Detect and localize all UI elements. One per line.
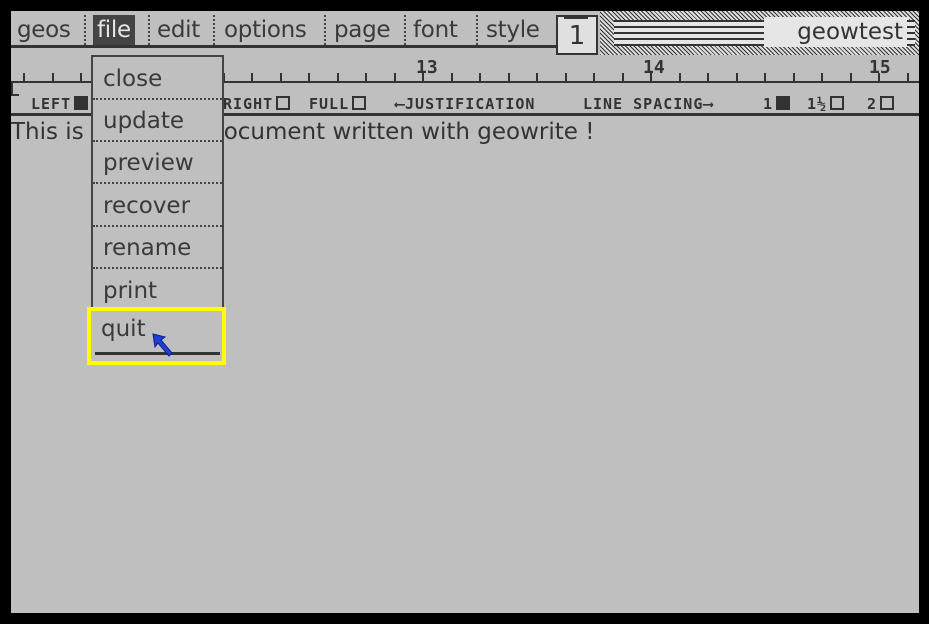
menu-separator: [476, 15, 478, 45]
justification-label: JUSTIFICATION: [405, 95, 536, 113]
justify-right-checkbox[interactable]: [276, 96, 291, 110]
ruler-tick: [622, 73, 624, 82]
menu-edit[interactable]: edit: [157, 15, 200, 45]
menu-font[interactable]: font: [413, 15, 458, 45]
document-text-left: This is: [11, 119, 84, 145]
ruler-tick: [821, 73, 823, 82]
spacing-1half-option[interactable]: 1½: [807, 95, 845, 113]
menu-separator: [404, 15, 406, 45]
ruler-tick: [907, 73, 909, 82]
justification-caption: ⟵JUSTIFICATION: [395, 95, 535, 113]
menu-geos[interactable]: geos: [17, 15, 71, 45]
left-margin-marker-icon[interactable]: [11, 83, 21, 97]
menu-page[interactable]: page: [334, 15, 391, 45]
document-text-right: ocument written with geowrite !: [223, 119, 595, 145]
file-menu-print[interactable]: print: [103, 273, 157, 309]
menu-separator: [324, 15, 326, 45]
spacing-1-checkbox[interactable]: [776, 96, 791, 110]
menu-bar: geos file edit options page font style 1…: [11, 11, 919, 55]
menu-divider: [93, 140, 222, 142]
menu-separator: [148, 15, 150, 45]
ruler-tick: [793, 73, 795, 82]
ruler-tick: [479, 73, 481, 82]
file-menu-recover[interactable]: recover: [103, 188, 190, 224]
page-number: 1: [568, 21, 586, 51]
ruler-tick: [23, 73, 25, 82]
geos-screen: geos file edit options page font style 1…: [11, 11, 919, 613]
ruler-tick: [394, 73, 396, 82]
file-menu-rename[interactable]: rename: [103, 230, 191, 266]
spacing-2-option[interactable]: 2: [867, 95, 895, 113]
ruler-tick: [850, 73, 852, 82]
line-spacing-label: LINE SPACING: [583, 95, 704, 113]
menu-divider: [93, 182, 222, 184]
left-arrow-icon: ⟵: [395, 95, 406, 113]
ruler-tick: [679, 73, 681, 82]
title-close-box[interactable]: [907, 20, 915, 46]
menu-divider: [93, 98, 222, 100]
ruler-tick: [764, 73, 766, 82]
menu-style[interactable]: style: [486, 15, 540, 45]
menu-bar-underline: [11, 45, 559, 48]
line-spacing-caption: LINE SPACING⟶: [583, 95, 713, 113]
menu-separator: [213, 15, 215, 45]
ruler-number: 13: [416, 57, 438, 78]
justify-full-option[interactable]: FULL: [309, 95, 367, 113]
ruler-tick: [308, 73, 310, 82]
page-indicator[interactable]: 1: [556, 15, 598, 55]
ruler-tick: [593, 73, 595, 82]
ruler-tick: [565, 73, 567, 82]
ruler-tick: [736, 73, 738, 82]
window-title-bar[interactable]: geowtest: [600, 11, 919, 55]
justify-left-option[interactable]: LEFT: [31, 95, 89, 113]
spacing-1half-checkbox[interactable]: [830, 96, 845, 110]
ruler-tick: [80, 73, 82, 82]
ruler-tick: [451, 73, 453, 82]
justify-right-option[interactable]: RIGHT: [223, 95, 291, 113]
menu-separator: [84, 15, 86, 45]
ruler-tick: [337, 73, 339, 82]
ruler-tick: [508, 73, 510, 82]
ruler-tick: [251, 73, 253, 82]
spacing-1half-label: 1½: [807, 95, 828, 113]
arrow-pointer-icon: [152, 333, 173, 357]
ruler-tick: [52, 73, 54, 82]
file-menu-close[interactable]: close: [103, 61, 162, 97]
ruler-number: 14: [643, 57, 665, 78]
spacing-1-option[interactable]: 1: [763, 95, 791, 113]
file-menu-update[interactable]: update: [103, 103, 184, 139]
ruler-tick: [365, 73, 367, 82]
menu-file[interactable]: file: [93, 15, 135, 45]
spacing-2-label: 2: [867, 95, 878, 113]
ruler-tick: [280, 73, 282, 82]
spacing-2-checkbox[interactable]: [880, 96, 895, 110]
menu-divider: [93, 225, 222, 227]
spacing-1-label: 1: [763, 95, 774, 113]
justify-full-checkbox[interactable]: [352, 96, 367, 110]
right-arrow-icon: ⟶: [703, 95, 714, 113]
ruler-tick: [707, 73, 709, 82]
ruler-number: 15: [869, 57, 891, 78]
justify-left-checkbox[interactable]: [74, 96, 89, 110]
justify-right-label: RIGHT: [223, 95, 274, 113]
title-drag-lines: [614, 20, 764, 46]
justify-full-label: FULL: [309, 95, 350, 113]
file-menu-preview[interactable]: preview: [103, 145, 194, 181]
ruler-tick: [536, 73, 538, 82]
window-title: geowtest: [764, 17, 909, 47]
menu-options[interactable]: options: [224, 15, 307, 45]
justify-left-label: LEFT: [31, 95, 72, 113]
menu-divider: [93, 267, 222, 269]
file-menu: close update preview recover rename prin…: [91, 55, 224, 310]
